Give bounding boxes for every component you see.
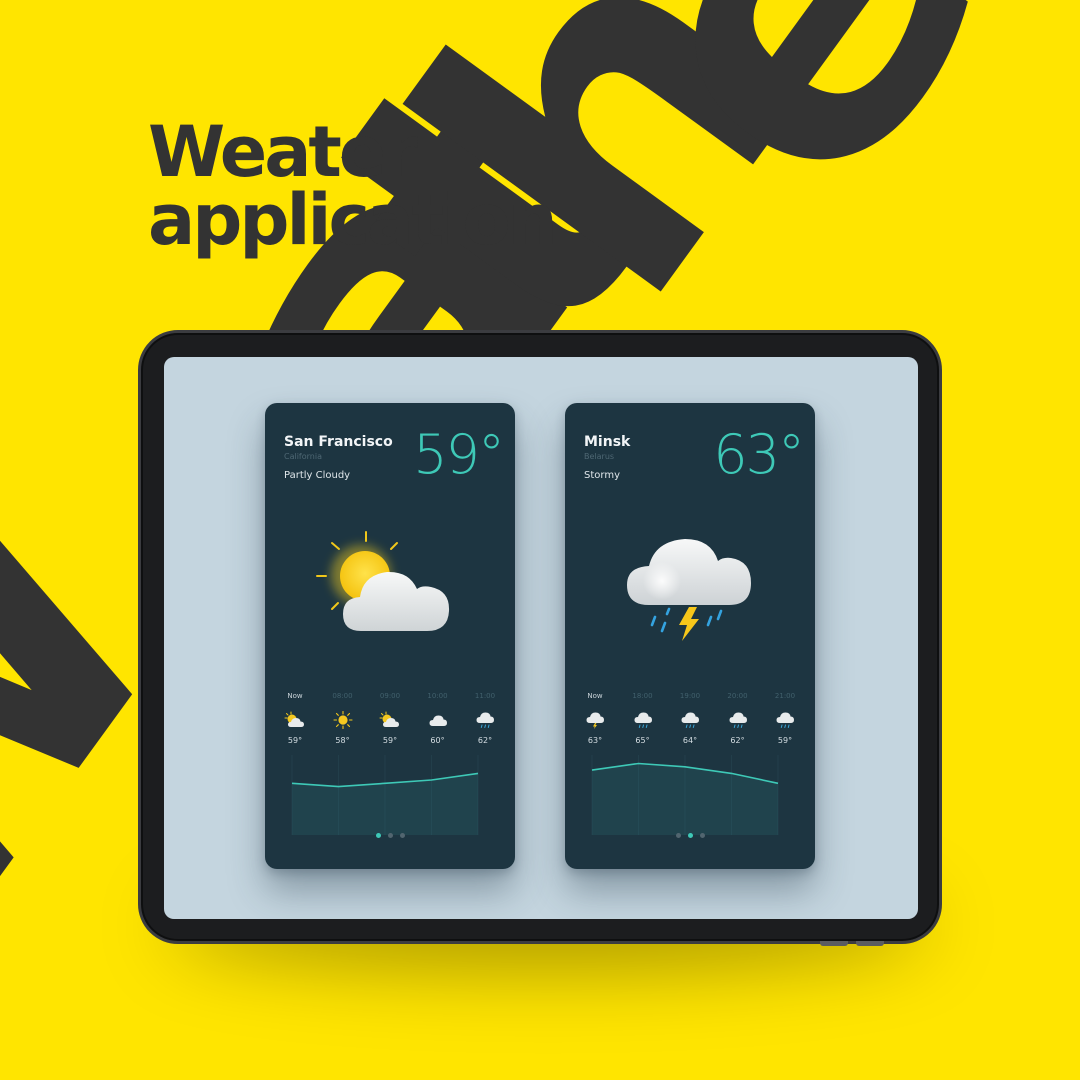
hour-label: 08:00 bbox=[332, 692, 353, 700]
page-dot[interactable] bbox=[399, 833, 405, 838]
page-dot[interactable] bbox=[675, 833, 681, 838]
temperature-trend-chart bbox=[591, 755, 779, 835]
weather-card-san-francisco[interactable]: San Francisco California Partly Cloudy 5… bbox=[265, 403, 515, 869]
page-indicator[interactable] bbox=[265, 833, 515, 838]
hour-temperature: 59° bbox=[287, 736, 303, 745]
city-name: San Francisco bbox=[284, 434, 393, 450]
storm-cloud-icon bbox=[586, 712, 604, 729]
hourly-item: 19:00 64° bbox=[670, 692, 710, 745]
page-dot[interactable] bbox=[699, 833, 705, 838]
hour-label: 11:00 bbox=[474, 692, 496, 700]
region-name: Belarus bbox=[584, 452, 615, 461]
headline: Weater application bbox=[148, 111, 558, 261]
hourly-forecast: Now 63° 18:00 65° 19:00 64° 20:00 62° 21… bbox=[575, 692, 805, 745]
degree-symbol: ° bbox=[778, 423, 805, 486]
page-dot[interactable] bbox=[687, 833, 693, 838]
partly-cloudy-icon bbox=[284, 711, 304, 727]
partly-cloudy-icon bbox=[316, 531, 450, 631]
hour-label: 09:00 bbox=[379, 692, 401, 700]
weather-condition: Stormy bbox=[584, 470, 620, 481]
hour-temperature: 64° bbox=[682, 736, 698, 745]
tablet-button bbox=[856, 941, 884, 946]
hourly-item: 08:00 58° bbox=[323, 692, 363, 745]
hourly-item: Now 59° bbox=[275, 692, 315, 745]
hour-temperature: 59° bbox=[382, 736, 398, 745]
hour-temperature: 59° bbox=[777, 736, 793, 745]
rain-cloud-icon bbox=[476, 712, 494, 728]
temperature-trend-chart bbox=[291, 755, 479, 835]
hour-label: 18:00 bbox=[632, 692, 653, 700]
hourly-item: 18:00 65° bbox=[623, 692, 663, 745]
hourly-item: 21:00 59° bbox=[765, 692, 805, 745]
headline-line-2: application bbox=[148, 179, 558, 261]
hour-label: Now bbox=[287, 692, 303, 700]
current-temperature: 59° bbox=[413, 423, 505, 486]
hourly-item: 11:00 62° bbox=[465, 692, 505, 745]
city-name: Minsk bbox=[584, 434, 631, 450]
degree-symbol: ° bbox=[478, 423, 505, 486]
region-name: California bbox=[284, 452, 322, 461]
hourly-item: 09:00 59° bbox=[370, 692, 410, 745]
hourly-item: 20:00 62° bbox=[718, 692, 758, 745]
sun-icon bbox=[332, 711, 353, 729]
page-dot[interactable] bbox=[387, 833, 393, 838]
rain-cloud-icon bbox=[681, 712, 699, 728]
storm-cloud-icon bbox=[627, 539, 751, 641]
page-indicator[interactable] bbox=[565, 833, 815, 838]
temperature-value: 59 bbox=[413, 423, 480, 486]
watermark-letter-e2: e bbox=[515, 0, 1078, 274]
chart-area bbox=[592, 763, 778, 835]
cloud-icon bbox=[429, 715, 447, 726]
hour-temperature: 62° bbox=[477, 736, 493, 745]
hourly-item: 10:00 60° bbox=[418, 692, 458, 745]
rain-cloud-icon bbox=[776, 712, 794, 728]
temperature-value: 63 bbox=[713, 423, 780, 486]
tablet-screen: San Francisco California Partly Cloudy 5… bbox=[164, 357, 918, 919]
hour-label: 20:00 bbox=[727, 692, 748, 700]
page-dot[interactable] bbox=[375, 833, 381, 838]
hour-temperature: 60° bbox=[430, 736, 445, 745]
hour-temperature: 62° bbox=[730, 736, 745, 745]
headline-line-1: Weater bbox=[148, 111, 418, 193]
rain-cloud-icon bbox=[634, 712, 652, 728]
current-temperature: 63° bbox=[713, 423, 805, 486]
hour-label: 10:00 bbox=[427, 692, 448, 700]
hourly-item: Now 63° bbox=[575, 692, 615, 745]
hour-temperature: 65° bbox=[635, 736, 650, 745]
hour-label: 19:00 bbox=[679, 692, 701, 700]
hourly-forecast: Now 59° 08:00 58° 09:00 59° 10:00 60° 11… bbox=[275, 692, 505, 745]
rain-cloud-icon bbox=[729, 712, 747, 728]
hour-temperature: 58° bbox=[335, 736, 350, 745]
weather-condition: Partly Cloudy bbox=[284, 470, 351, 481]
weather-card-minsk[interactable]: Minsk Belarus Stormy 63° Now 63° 18:00 6… bbox=[565, 403, 815, 869]
hour-temperature: 63° bbox=[587, 736, 603, 745]
tablet-button bbox=[820, 941, 848, 946]
hour-label: 21:00 bbox=[774, 692, 796, 700]
hour-label: Now bbox=[587, 692, 603, 700]
partly-cloudy-icon bbox=[379, 711, 399, 727]
